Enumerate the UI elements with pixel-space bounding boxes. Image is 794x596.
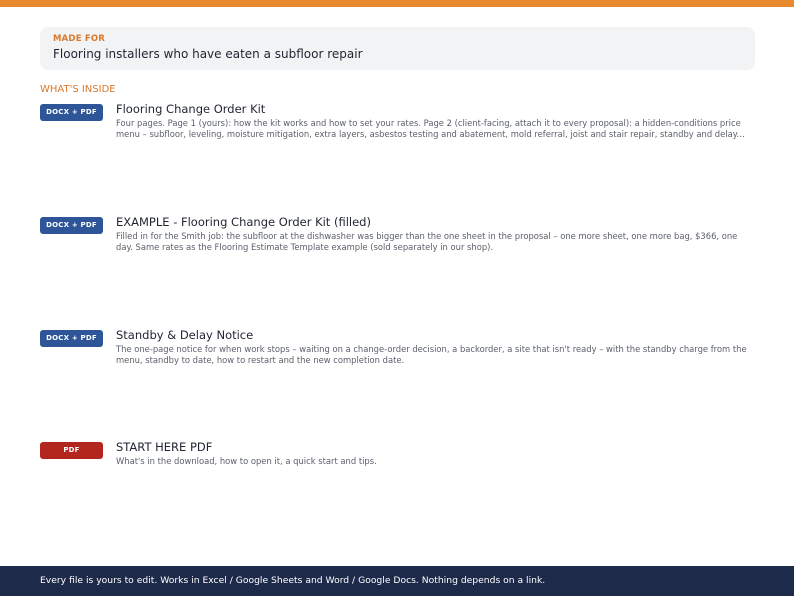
top-accent-stripe (0, 0, 794, 7)
file-item-text: Flooring Change Order Kit Four pages. Pa… (116, 102, 747, 139)
file-title: EXAMPLE - Flooring Change Order Kit (fil… (116, 215, 371, 229)
made-for-panel: MADE FOR Flooring installers who have ea… (40, 27, 755, 70)
footer-note: Every file is yours to edit. Works in Ex… (0, 566, 794, 596)
file-description: Filled in for the Smith job: the subfloo… (116, 231, 738, 252)
file-description: Four pages. Page 1 (yours): how the kit … (116, 118, 741, 139)
file-type-badge: DOCX + PDF (40, 104, 103, 121)
file-item-text: Standby & Delay Notice The one-page noti… (116, 328, 747, 365)
file-item-text: EXAMPLE - Flooring Change Order Kit (fil… (116, 215, 747, 252)
made-for-text: Flooring installers who have eaten a sub… (53, 47, 363, 61)
file-description: What's in the download, how to open it, … (116, 456, 377, 466)
file-title: Standby & Delay Notice (116, 328, 254, 342)
file-title: Flooring Change Order Kit (116, 102, 266, 116)
file-title: START HERE PDF (116, 440, 213, 454)
file-type-badge: DOCX + PDF (40, 217, 103, 234)
whats-inside-heading: WHAT'S INSIDE (40, 84, 116, 95)
file-type-badge: DOCX + PDF (40, 330, 103, 347)
file-description: The one-page notice for when work stops … (116, 344, 747, 365)
file-type-badge: PDF (40, 442, 103, 459)
made-for-label: MADE FOR (53, 34, 106, 44)
file-item-text: START HERE PDF What's in the download, h… (116, 440, 747, 467)
